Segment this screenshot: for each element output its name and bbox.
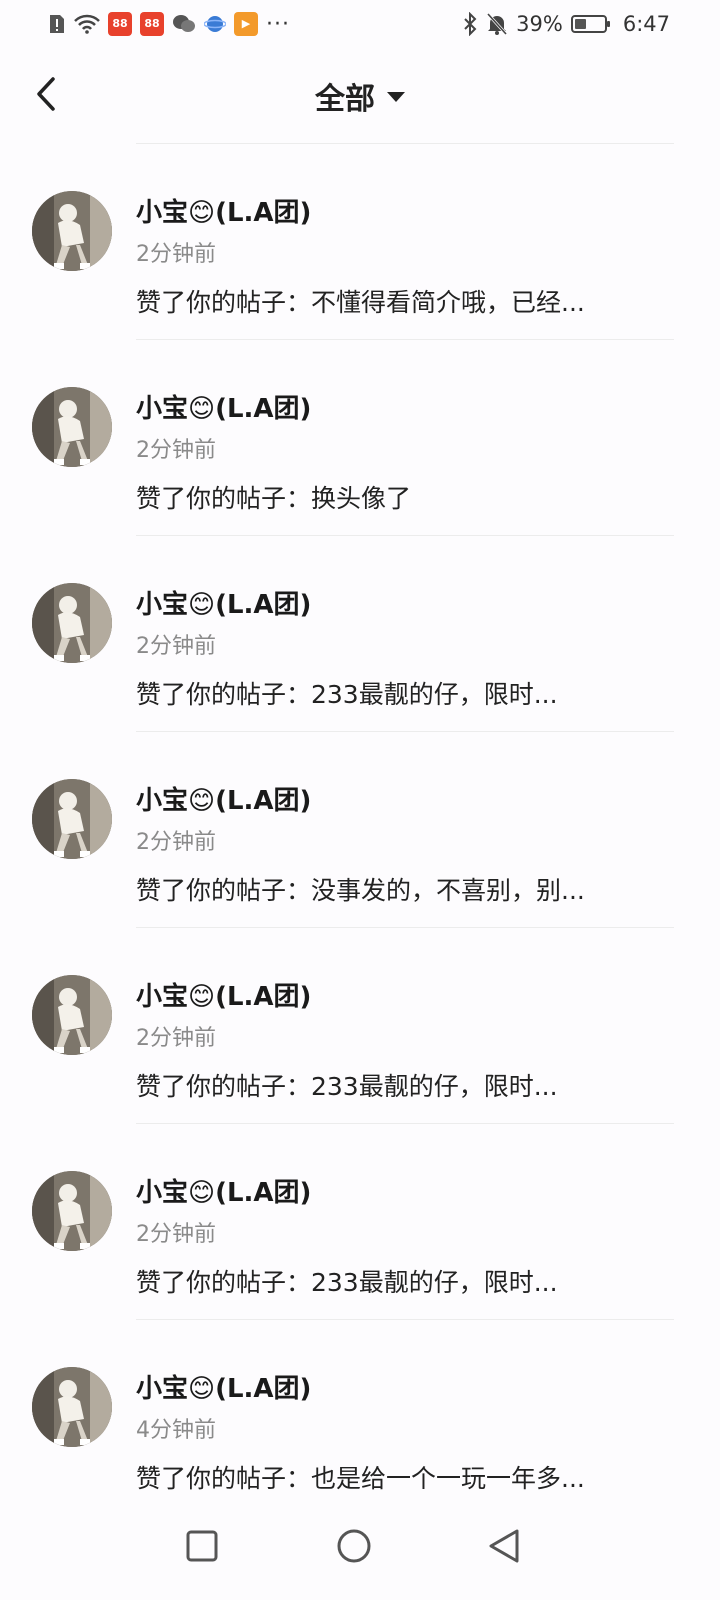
notification-text[interactable]: 赞了你的帖子：233最靓的仔，限时... [136,675,558,711]
avatar[interactable] [32,191,112,271]
recent-apps-button[interactable] [180,1524,224,1568]
triangle-back-icon [489,1529,519,1563]
user-name[interactable]: 小宝😊(L.A团) [136,1172,311,1209]
timestamp: 2分钟前 [136,1026,216,1051]
notification-text[interactable]: 赞了你的帖子：233最靓的仔，限时... [136,1067,558,1103]
circle-icon [337,1529,371,1563]
timestamp: 2分钟前 [136,242,216,267]
home-button[interactable] [332,1524,376,1568]
notification-text[interactable]: 赞了你的帖子：也是给一个一玩一年多... [136,1459,585,1495]
status-right-icons: 39% 6:47 [462,12,670,36]
notification-text[interactable]: 赞了你的帖子：没事发的，不喜别，别... [136,871,585,907]
notification-text[interactable]: 赞了你的帖子：233最靓的仔，限时... [136,1263,558,1299]
video-app-icon: ▶ [234,12,258,36]
list-item[interactable]: 小宝😊(L.A团) 2分钟前 赞了你的帖子：换头像了 [0,340,720,536]
avatar[interactable] [32,583,112,663]
clock: 6:47 [622,12,670,36]
sim-alert-icon [48,13,66,35]
more-icon: ··· [266,11,290,37]
list-item[interactable]: 小宝😊(L.A团) 2分钟前 赞了你的帖子：233最靓的仔，限时... [0,536,720,732]
navigation-bar [0,1494,720,1600]
planet-app-icon [204,13,226,35]
avatar[interactable] [32,387,112,467]
user-name[interactable]: 小宝😊(L.A团) [136,584,311,621]
mute-bell-icon [486,12,508,36]
user-name[interactable]: 小宝😊(L.A团) [136,976,311,1013]
app-notification-icon: 88 [108,12,132,36]
app-notification-icon: 88 [140,12,164,36]
square-icon [186,1530,218,1562]
user-name[interactable]: 小宝😊(L.A团) [136,780,311,817]
timestamp: 2分钟前 [136,438,216,463]
list-item[interactable]: 小宝😊(L.A团) 2分钟前 赞了你的帖子：233最靓的仔，限时... [0,1124,720,1320]
avatar[interactable] [32,1171,112,1251]
notification-text[interactable]: 赞了你的帖子：不懂得看简介哦，已经... [136,283,585,319]
filter-dropdown[interactable]: 全部 [0,74,720,118]
list-item[interactable]: 小宝😊(L.A团) 2分钟前 赞了你的帖子：不懂得看简介哦，已经... [0,144,720,340]
avatar[interactable] [32,975,112,1055]
user-name[interactable]: 小宝😊(L.A团) [136,388,311,425]
status-left-icons: 88 88 ▶ ··· [48,12,290,37]
bluetooth-icon [462,12,478,36]
battery-percent: 39% [516,12,563,36]
timestamp: 2分钟前 [136,634,216,659]
status-bar: 88 88 ▶ ··· 39% 6:47 [0,0,720,48]
notification-text[interactable]: 赞了你的帖子：换头像了 [136,479,411,515]
timestamp: 4分钟前 [136,1418,216,1443]
avatar[interactable] [32,1367,112,1447]
system-back-button[interactable] [482,1524,526,1568]
list-item[interactable]: 小宝😊(L.A团) 2分钟前 赞了你的帖子：233最靓的仔，限时... [0,928,720,1124]
wechat-icon [172,13,196,35]
avatar[interactable] [32,779,112,859]
caret-down-icon [387,92,405,102]
list-item[interactable]: 小宝😊(L.A团) 2分钟前 赞了你的帖子：没事发的，不喜别，别... [0,732,720,928]
battery-level [574,19,586,29]
page-title: 全部 [315,82,375,117]
list-item[interactable]: 小宝😊(L.A团) 4分钟前 赞了你的帖子：也是给一个一玩一年多... [0,1320,720,1516]
timestamp: 2分钟前 [136,830,216,855]
header: 全部 [0,48,720,144]
battery-icon [570,15,610,33]
notification-list: 小宝😊(L.A团) 2分钟前 赞了你的帖子：不懂得看简介哦，已经... 小宝😊(… [0,144,720,1516]
user-name[interactable]: 小宝😊(L.A团) [136,192,311,229]
timestamp: 2分钟前 [136,1222,216,1247]
user-name[interactable]: 小宝😊(L.A团) [136,1368,311,1405]
wifi-icon [74,14,100,34]
